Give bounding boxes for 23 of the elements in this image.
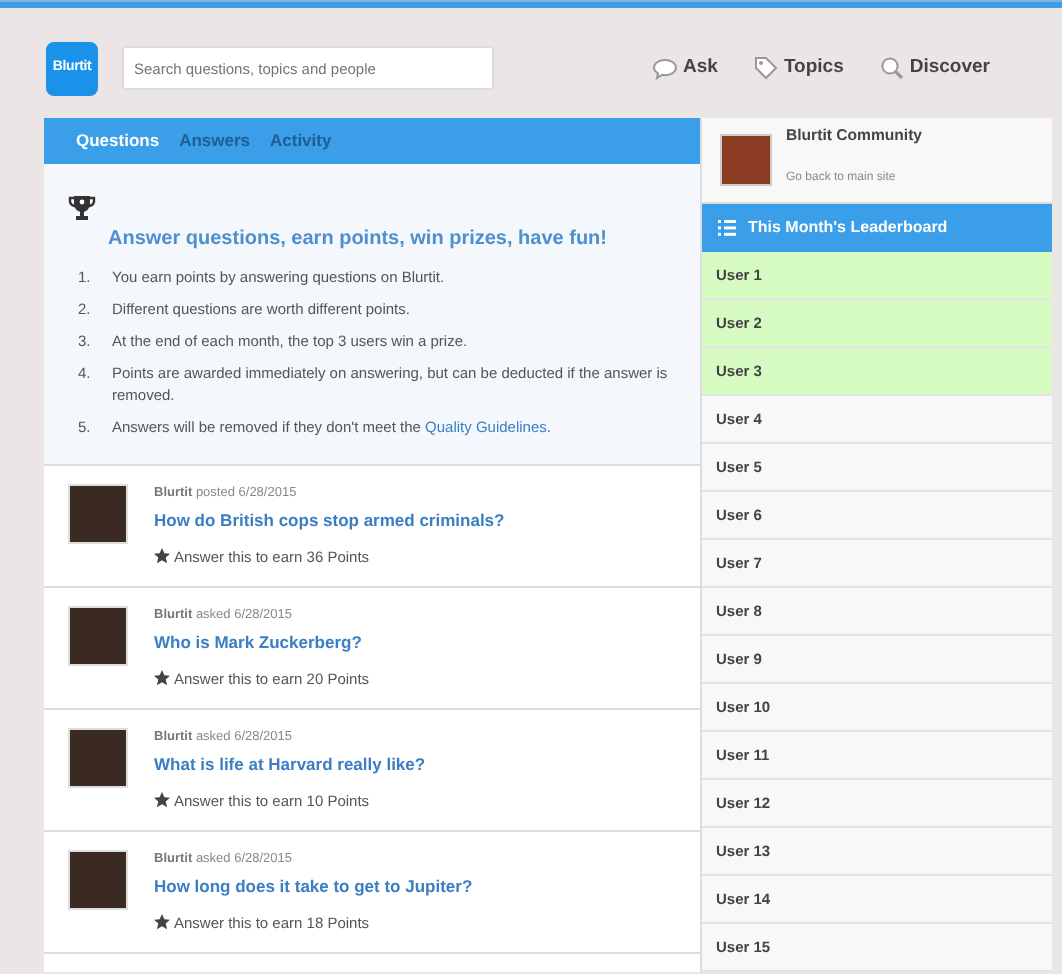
photo-placeholder xyxy=(720,134,772,186)
photo-placeholder xyxy=(68,850,128,910)
list-icon xyxy=(718,220,736,236)
speech-bubble-icon xyxy=(651,57,677,79)
nav-link[interactable]: Topics xyxy=(753,53,844,83)
search-icon xyxy=(879,56,904,80)
photo-placeholder xyxy=(68,728,128,788)
question-link[interactable]: What is life at Harvard really like? xyxy=(154,751,426,777)
nav-link[interactable]: Discover xyxy=(879,53,990,83)
photo-placeholder xyxy=(68,606,128,666)
photo-placeholder xyxy=(68,484,128,544)
star-icon xyxy=(154,548,170,565)
star-icon xyxy=(154,670,170,687)
question-link[interactable]: How do British cops stop armed criminals? xyxy=(154,507,505,533)
leaderboard-title: This Month's Leaderboard xyxy=(748,216,948,240)
question-link[interactable]: Who is Mark Zuckerberg? xyxy=(154,629,370,655)
trophy-icon xyxy=(68,193,96,222)
question-link[interactable]: How long does it take to get to Jupiter? xyxy=(154,873,473,899)
star-icon xyxy=(154,914,170,931)
star-icon xyxy=(154,792,170,809)
tag-icon xyxy=(753,56,778,80)
nav-link[interactable]: Ask xyxy=(651,53,718,83)
intro-title: Answer questions, earn points, win prizes, have fun! xyxy=(108,226,609,254)
